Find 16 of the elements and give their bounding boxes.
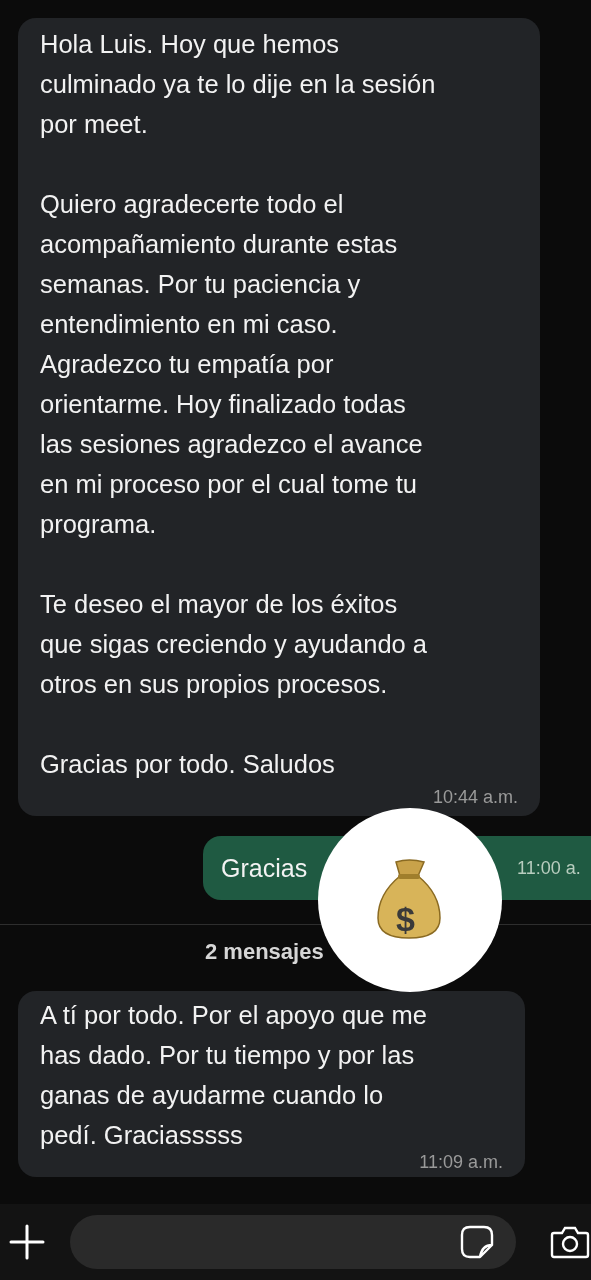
camera-icon[interactable] — [550, 1225, 590, 1259]
message-text: Gracias — [221, 853, 308, 883]
message-input-field[interactable] — [70, 1215, 516, 1269]
sticker-icon[interactable] — [460, 1225, 494, 1259]
message-time: 10:44 a.m. — [432, 786, 518, 809]
dollar-sign: $ — [396, 900, 415, 939]
message-text: Hola Luis. Hoy que hemos culminado ya te lo dije en la sesión por meet. — [40, 29, 437, 140]
message-time: 11:09 a.m. — [419, 1151, 503, 1174]
message-time: 11:00 a. — [517, 857, 582, 880]
message-text: Gracias por todo. Saludos — [40, 749, 336, 780]
money-bag-icon — [376, 858, 442, 940]
message-text: A tí por todo. Por el apoyo que me has dado. Por tu tiempo y por las ganas de ayudarme cuando lo pedí. Graciasssss — [40, 1000, 428, 1151]
plus-icon[interactable] — [9, 1224, 45, 1260]
unread-messages-label: 2 mensajes — [205, 939, 324, 964]
message-text: Te deseo el mayor de los éxitos que sigas creciendo y ayudando a otros en sus propios procesos. — [40, 589, 429, 700]
message-text: Quiero agradecerte todo el acompañamiento durante estas semanas. Por tu paciencia y entendimiento en mi caso. Agradezco tu empatía por orientarme. Hoy finalizado todas las sesiones agradezco el avance en mi proceso por el cual tome tu programa. — [40, 189, 424, 540]
